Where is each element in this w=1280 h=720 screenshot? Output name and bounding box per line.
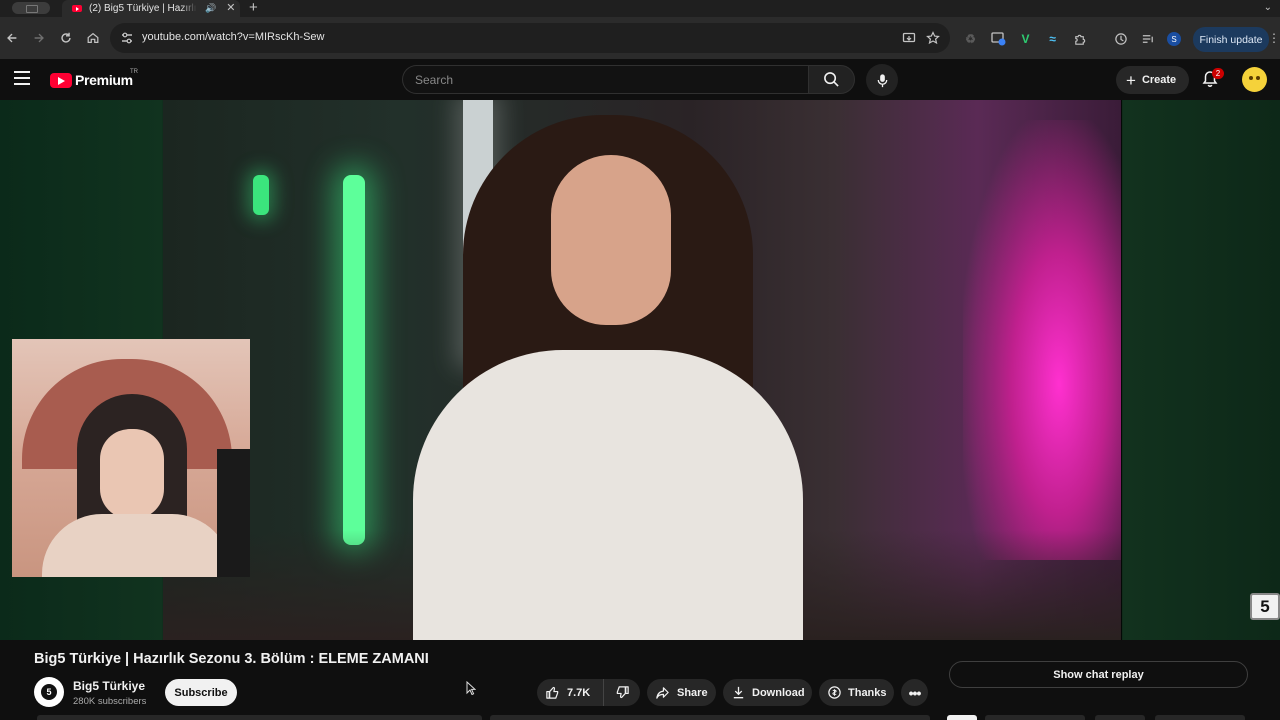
address-bar[interactable]: youtube.com/watch?v=MIRscKh-Sew [110,23,950,53]
performance-icon[interactable] [1113,31,1128,46]
video-player[interactable]: 5 [0,100,1280,640]
microphone-icon [877,73,887,87]
country-code: TR [130,69,138,75]
search-icon [824,72,839,87]
youtube-play-logo-icon [50,72,72,88]
like-dislike-group: 7.7K [537,679,640,706]
profile-avatar[interactable]: S [1167,32,1181,46]
background-pink-light [963,120,1121,560]
filter-chip-selected[interactable] [947,715,977,720]
back-icon[interactable] [4,30,20,46]
vue-devtools-extension-icon[interactable]: V [1018,31,1033,46]
filter-chip[interactable] [1155,715,1245,720]
webcam-person-face [100,429,164,519]
thumbs-up-icon [546,686,559,699]
create-button[interactable]: + Create [1116,66,1189,94]
logo-text: Premium [75,72,133,88]
browser-toolbar: youtube.com/watch?v=MIRscKh-Sew ♻ V ≈ S … [0,17,1280,59]
create-label: Create [1141,74,1177,86]
video-title: Big5 Türkiye | Hazırlık Sezonu 3. Bölüm … [34,651,429,667]
search-box [402,65,808,94]
tab-manager-extension-icon[interactable] [991,31,1006,46]
thumbs-down-icon [616,686,629,699]
tab-search-button[interactable] [12,2,50,14]
share-label: Share [677,686,708,699]
search-button[interactable] [808,65,855,94]
media-controls-icon[interactable] [1140,31,1155,46]
thanks-button[interactable]: Thanks [819,679,894,706]
more-actions-button[interactable]: ••• [901,679,928,706]
guide-menu-icon[interactable] [14,71,30,85]
youtube-premium-logo[interactable]: Premium [50,71,133,89]
download-label: Download [752,686,805,699]
like-button[interactable]: 7.7K [537,679,604,706]
browser-tab-strip: (2) Big5 Türkiye | Hazırlık Sezonu 3. Bö… [0,0,1280,17]
finish-update-button[interactable]: Finish update [1193,27,1269,52]
webcam-overlay [12,339,250,577]
close-tab-icon[interactable]: ✕ [226,3,235,14]
reload-icon[interactable] [58,30,74,46]
youtube-favicon-icon [72,5,82,12]
channel-avatar-logo: 5 [41,684,57,700]
thanks-label: Thanks [848,686,887,699]
forward-icon[interactable] [31,30,47,46]
super-thanks-icon [828,686,841,699]
install-app-icon[interactable] [902,31,916,45]
person-face [551,155,671,325]
description-box-edge [490,715,930,720]
subscribe-button[interactable]: Subscribe [165,679,237,706]
share-arrow-icon [656,687,669,699]
home-icon[interactable] [85,30,101,46]
like-count: 7.7K [567,686,591,699]
search-input[interactable] [403,66,808,93]
channel-watermark-logo[interactable]: 5 [1250,593,1280,620]
background-neon-tube [343,175,365,545]
account-avatar[interactable] [1242,67,1267,92]
subscriber-count: 280K subscribers [73,696,147,707]
filter-chip[interactable] [1095,715,1145,720]
voice-search-button[interactable] [866,64,898,96]
channel-avatar[interactable]: 5 [34,677,64,707]
share-button[interactable]: Share [647,679,716,706]
bookmark-star-icon[interactable] [926,31,940,45]
description-box-edge [37,715,482,720]
url-text[interactable]: youtube.com/watch?v=MIRscKh-Sew [142,31,325,43]
notification-count-badge: 2 [1212,68,1224,79]
browser-menu-icon[interactable]: ⋮ [1268,30,1280,46]
background-light [253,175,269,215]
channel-name[interactable]: Big5 Türkiye [73,679,145,693]
tab-title: (2) Big5 Türkiye | Hazırlık Sezonu 3. Bö… [89,3,197,14]
dislike-button[interactable] [604,679,640,706]
chevron-down-icon[interactable]: ⌄ [1264,2,1272,13]
site-settings-icon[interactable] [120,31,134,45]
video-frame [163,100,1121,640]
extensions-puzzle-icon[interactable] [1072,31,1087,46]
new-tab-icon[interactable]: + [249,0,258,16]
person-body [413,350,803,640]
webcam-person-shirt [42,514,232,577]
webcam-monitor [217,449,250,577]
youtube-masthead: Premium TR + Create 2 [0,59,1280,100]
mouse-pointer-icon [466,681,476,695]
plus-icon: + [1126,70,1136,90]
download-button[interactable]: Download [723,679,812,706]
recycle-extension-icon[interactable]: ♻ [963,31,978,46]
filter-chip[interactable] [985,715,1085,720]
download-icon [733,686,744,699]
speaker-icon[interactable]: 🔊 [205,3,216,14]
show-chat-replay-button[interactable]: Show chat replay [949,661,1248,688]
translate-extension-icon[interactable]: ≈ [1045,31,1060,46]
browser-tab-active[interactable]: (2) Big5 Türkiye | Hazırlık Sezonu 3. Bö… [62,0,240,17]
